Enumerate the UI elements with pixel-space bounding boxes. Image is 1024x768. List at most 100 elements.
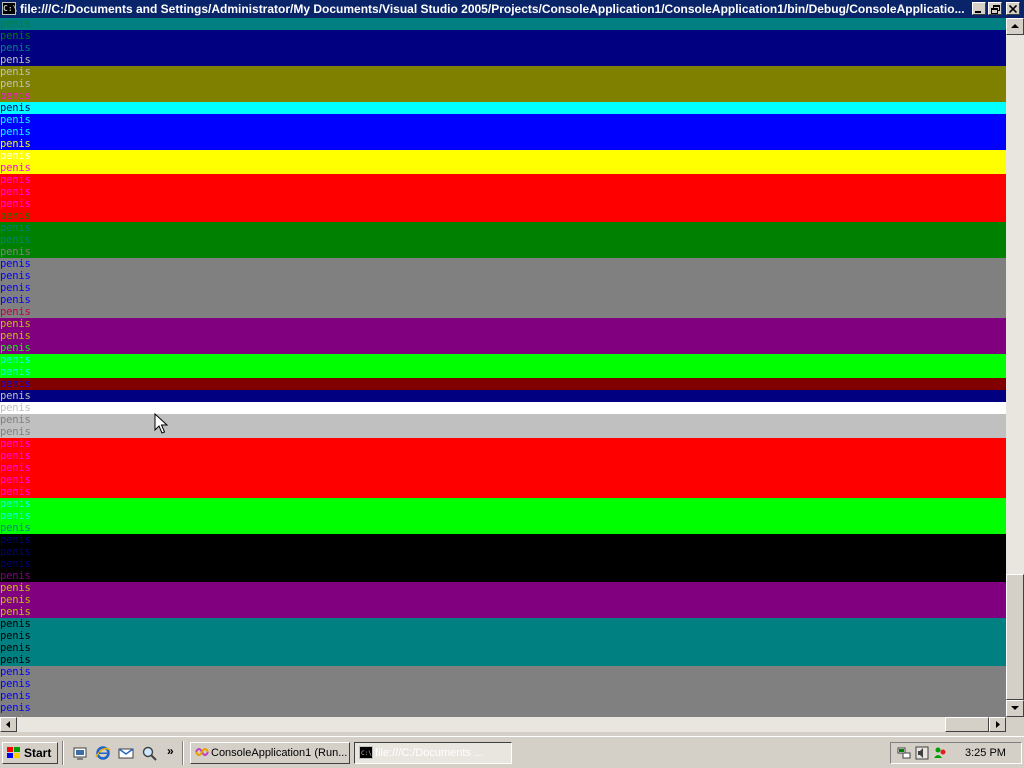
network-icon[interactable] <box>897 746 911 760</box>
console-line-text: penis <box>0 66 42 78</box>
console-line: penis <box>0 138 1006 150</box>
console-line: penis <box>0 498 1006 510</box>
console-output[interactable]: penis penis penis penis penis penis penis penis… <box>0 18 1006 717</box>
quick-launch-overflow-button[interactable]: » <box>167 742 177 762</box>
console-line-text: penis <box>0 102 42 114</box>
console-line: penis <box>0 102 1006 114</box>
console-line: penis <box>0 330 1006 342</box>
console-line-text: penis <box>0 618 42 630</box>
task-label: file:///C:/Documents ... <box>375 747 484 759</box>
console-line-text: penis <box>0 138 42 150</box>
minimize-button[interactable] <box>972 2 986 15</box>
console-line-text: penis <box>0 474 42 486</box>
console-line-text: penis <box>0 174 42 186</box>
scrollbar-corner <box>1006 717 1024 732</box>
console-line-text: penis <box>0 414 42 426</box>
vertical-scroll-thumb[interactable] <box>1006 574 1024 700</box>
console-line-text: penis <box>0 570 42 582</box>
console-line: penis <box>0 162 1006 174</box>
console-app-icon[interactable]: C:\ <box>2 2 17 15</box>
console-line: penis <box>0 186 1006 198</box>
console-line-text: penis <box>0 534 42 546</box>
console-line-text: penis <box>0 30 42 42</box>
minimize-icon <box>975 11 981 13</box>
console-line: penis <box>0 642 1006 654</box>
console-line: penis <box>0 510 1006 522</box>
console-line: penis <box>0 258 1006 270</box>
console-line: penis <box>0 690 1006 702</box>
task-button-console-window[interactable]: C:\ file:///C:/Documents ... <box>354 742 512 764</box>
console-line: penis <box>0 78 1006 90</box>
console-line-text: penis <box>0 42 42 54</box>
internet-explorer-icon[interactable] <box>95 745 111 761</box>
scroll-down-button[interactable] <box>1006 700 1024 717</box>
console-line-text: penis <box>0 678 42 690</box>
console-line: penis <box>0 414 1006 426</box>
search-icon[interactable] <box>141 745 157 761</box>
console-line: penis <box>0 18 1006 30</box>
console-line-text: penis <box>0 690 42 702</box>
console-line-text: penis <box>0 18 42 30</box>
system-tray: 3:25 PM <box>890 742 1022 764</box>
vertical-scrollbar[interactable] <box>1006 18 1024 717</box>
console-line-text: penis <box>0 390 42 402</box>
horizontal-scroll-thumb[interactable] <box>945 717 989 732</box>
console-line-text: penis <box>0 582 42 594</box>
console-line: penis <box>0 198 1006 210</box>
console-line-text: penis <box>0 114 42 126</box>
console-line: penis <box>0 54 1006 66</box>
scroll-left-button[interactable] <box>0 717 17 732</box>
console-line-text: penis <box>0 558 42 570</box>
arrow-down-icon <box>1011 706 1019 710</box>
console-line-text: penis <box>0 198 42 210</box>
console-icon: C:\ <box>359 746 373 759</box>
console-line-text: penis <box>0 606 42 618</box>
console-line-text: penis <box>0 462 42 474</box>
title-bar[interactable]: C:\ file:///C:/Documents and Settings/Ad… <box>0 0 1024 18</box>
console-line: penis <box>0 282 1006 294</box>
clock[interactable]: 3:25 PM <box>965 743 1006 763</box>
console-line: penis <box>0 66 1006 78</box>
close-button[interactable] <box>1006 2 1020 15</box>
console-line: penis <box>0 534 1006 546</box>
console-line-text: penis <box>0 642 42 654</box>
console-line: penis <box>0 654 1006 666</box>
restore-button[interactable] <box>988 2 1002 15</box>
console-line: penis <box>0 426 1006 438</box>
console-line-text: penis <box>0 150 42 162</box>
console-line: penis <box>0 342 1006 354</box>
volume-icon[interactable] <box>915 746 929 760</box>
console-line: penis <box>0 246 1006 258</box>
task-button-visual-studio[interactable]: ConsoleApplication1 (Run... <box>190 742 350 764</box>
messenger-icon[interactable] <box>933 746 947 760</box>
console-line: penis <box>0 354 1006 366</box>
console-line: penis <box>0 702 1006 714</box>
scroll-right-button[interactable] <box>989 717 1006 732</box>
console-line-text: penis <box>0 522 42 534</box>
start-button[interactable]: Start <box>2 742 58 764</box>
console-line-text: penis <box>0 510 42 522</box>
visual-studio-icon <box>195 748 209 756</box>
console-line-text: penis <box>0 306 42 318</box>
console-line: penis <box>0 486 1006 498</box>
svg-text:C:\: C:\ <box>361 750 372 757</box>
outlook-express-icon[interactable] <box>118 745 134 761</box>
console-line-text: penis <box>0 342 42 354</box>
taskbar: Start » ConsoleApplication1 (Run... C:\ … <box>0 736 1024 768</box>
console-line-text: penis <box>0 318 42 330</box>
console-line: penis <box>0 42 1006 54</box>
console-line-text: penis <box>0 666 42 678</box>
console-line-text: penis <box>0 546 42 558</box>
console-line: penis <box>0 438 1006 450</box>
console-line: penis <box>0 594 1006 606</box>
scroll-up-button[interactable] <box>1006 18 1024 35</box>
console-line-text: penis <box>0 246 42 258</box>
console-line-text: penis <box>0 126 42 138</box>
taskbar-separator <box>182 741 184 765</box>
horizontal-scrollbar[interactable] <box>0 717 1006 732</box>
show-desktop-icon[interactable] <box>72 745 88 761</box>
console-line: penis <box>0 402 1006 414</box>
console-line: penis <box>0 678 1006 690</box>
console-line: penis <box>0 306 1006 318</box>
console-line: penis <box>0 150 1006 162</box>
